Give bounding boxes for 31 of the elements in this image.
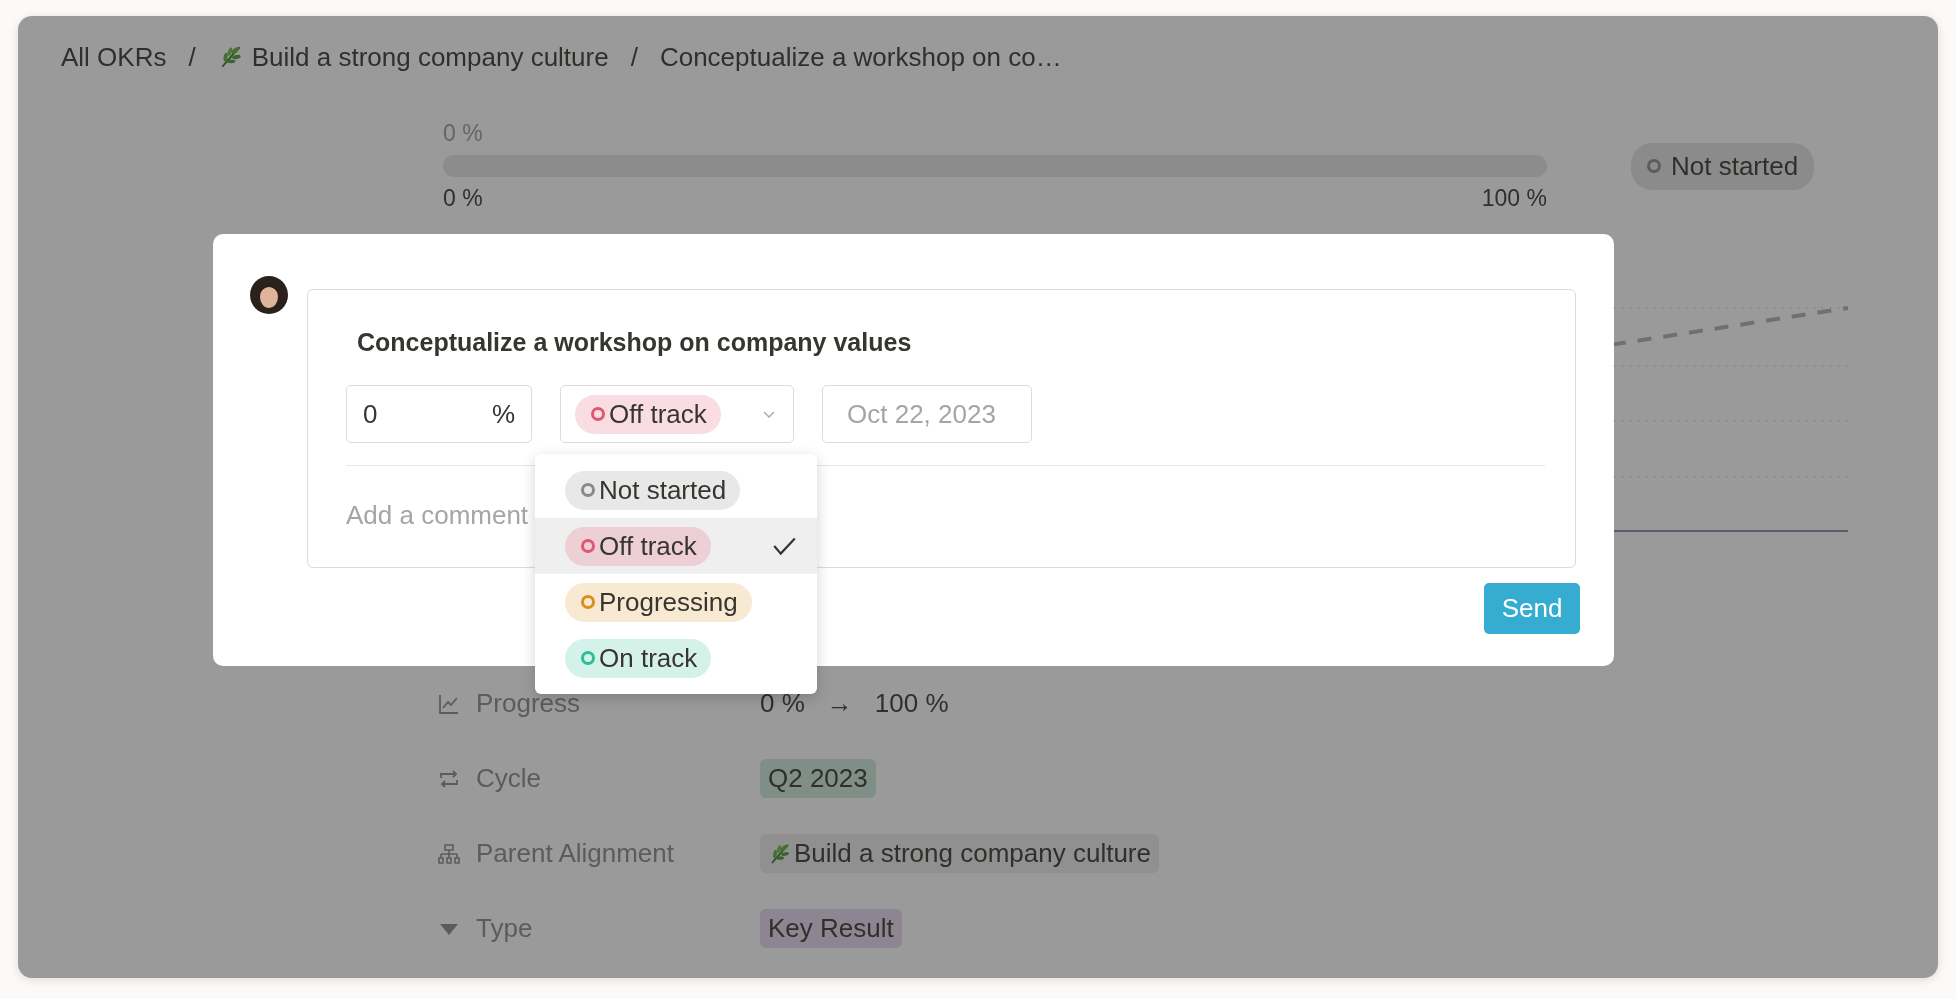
progress-start: 0 % [760,688,805,719]
arrow-glyph: → [826,688,853,719]
status-option[interactable]: On track [535,630,817,686]
breadcrumb-link[interactable]: Conceptualize a workshop on co… [659,41,1062,73]
property-label: Parent Alignment [476,838,675,869]
breadcrumb-link[interactable]: All OKRs [61,41,167,73]
status-pill: Off track [575,394,721,434]
progress-target: 100 % [874,688,949,719]
property-tag[interactable]: Build a strong company culture [760,834,1159,873]
breadcrumb-separator: / [188,41,196,73]
property-label: Progress [476,688,582,719]
status-option[interactable]: Off track [535,518,817,574]
send-button[interactable]: Send [1484,583,1580,634]
percent-field[interactable]: 0 % [346,385,532,443]
breadcrumb-separator: / [630,41,638,73]
status-badge[interactable]: Not started [1631,142,1815,190]
status-select[interactable]: Off track [560,385,794,443]
dialog-title: Conceptualize a workshop on company values [357,328,913,357]
leaf-icon [768,841,792,866]
date-field[interactable]: Oct 22, 2023 [822,385,1032,443]
hierarchy-icon [437,841,461,866]
property-label: Cycle [476,763,542,794]
progress-max: 100 % [1481,185,1547,212]
progress-min: 0 % [443,185,483,212]
avatar-icon [250,276,288,314]
breadcrumb-link[interactable]: Build a strong company culture [217,41,609,73]
status-option[interactable]: Not started [535,462,817,518]
status-option[interactable]: Progressing [535,574,817,630]
property-label: Type [476,913,534,944]
property-tag[interactable]: Key Result [760,909,902,948]
property-tag[interactable]: Q2 2023 [760,759,876,798]
